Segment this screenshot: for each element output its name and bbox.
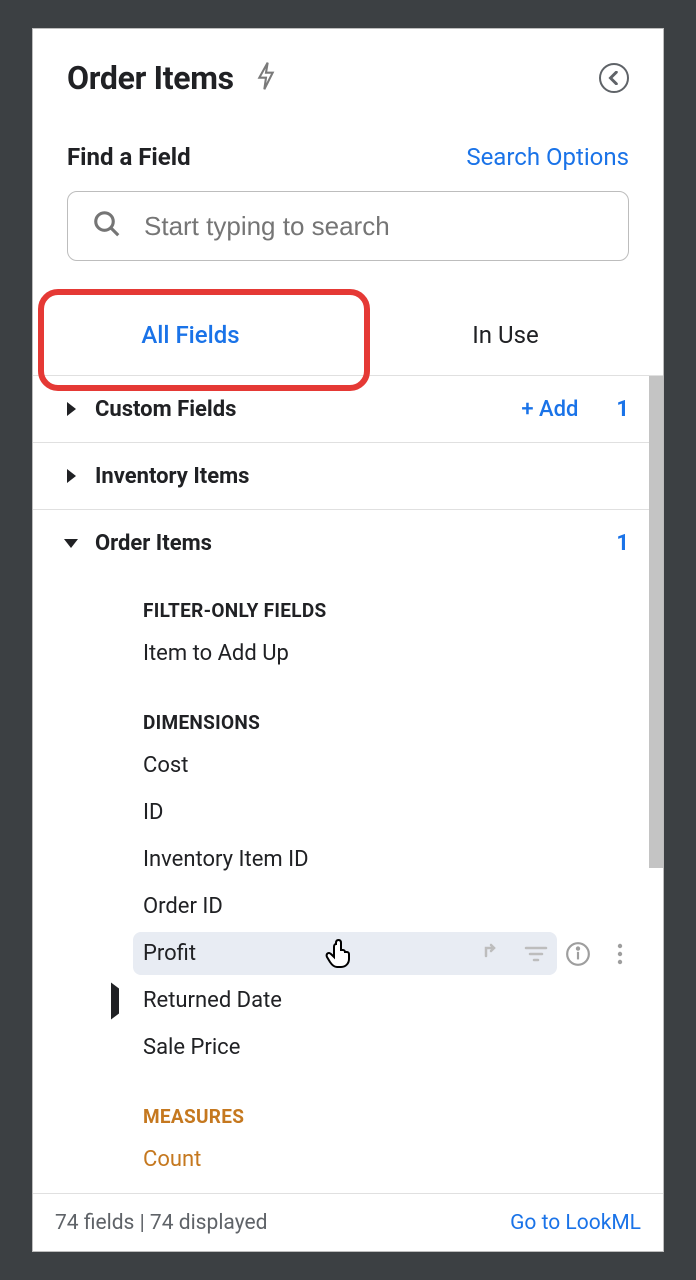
panel-header: Order Items [33,29,663,107]
footer-status: 74 fields | 74 displayed [55,1211,267,1235]
add-custom-field-link[interactable]: + Add [521,397,578,422]
field-list: Custom Fields + Add 1 Inventory Items Or… [33,376,663,1193]
field-sale-price[interactable]: Sale Price [33,1024,663,1071]
search-input[interactable] [144,211,604,242]
section-order-items[interactable]: Order Items 1 [33,510,663,577]
chevron-right-icon [111,988,119,1013]
field-inventory-item-id[interactable]: Inventory Item ID [33,836,663,883]
section-label: Custom Fields [95,397,521,422]
field-cost[interactable]: Cost [33,742,663,789]
panel-footer: 74 fields | 74 displayed Go to LookML [33,1193,663,1251]
search-header-row: Find a Field Search Options [33,107,663,185]
section-custom-fields[interactable]: Custom Fields + Add 1 [33,376,663,443]
filter-only-header: FILTER-ONLY FIELDS [33,577,663,630]
dimensions-header: DIMENSIONS [33,677,663,742]
section-label: Inventory Items [95,464,641,489]
chevron-right-icon [51,402,91,416]
tab-all-fields[interactable]: All Fields [33,291,348,375]
collapse-panel-icon[interactable] [599,63,629,93]
tabs: All Fields In Use [33,291,663,376]
field-order-id[interactable]: Order ID [33,883,663,930]
field-count[interactable]: Count [33,1136,663,1183]
search-box[interactable] [67,191,629,261]
field-hover-actions [481,941,633,967]
field-returned-date[interactable]: Returned Date [33,977,663,1024]
chevron-right-icon [51,469,91,483]
more-icon[interactable] [607,942,633,966]
filter-icon[interactable] [523,944,549,964]
section-inventory-items[interactable]: Inventory Items [33,443,663,510]
info-icon[interactable] [565,941,591,967]
field-profit[interactable]: Profit [33,930,663,977]
bolt-icon[interactable] [256,61,276,95]
section-count: 1 [616,397,629,422]
section-label: Order Items [95,531,616,556]
search-icon [92,209,122,243]
measures-header: MEASURES [33,1071,663,1136]
page-title: Order Items [67,59,234,97]
tab-in-use[interactable]: In Use [348,291,663,375]
field-item-to-add-up[interactable]: Item to Add Up [33,630,663,677]
find-label: Find a Field [67,143,191,171]
pivot-icon[interactable] [481,942,507,966]
section-count: 1 [616,531,629,556]
go-to-lookml-link[interactable]: Go to LookML [510,1211,641,1235]
chevron-down-icon [51,539,91,548]
field-id[interactable]: ID [33,789,663,836]
search-options-link[interactable]: Search Options [466,143,629,171]
field-picker-panel: Order Items Find a Field Search Options … [32,28,664,1252]
